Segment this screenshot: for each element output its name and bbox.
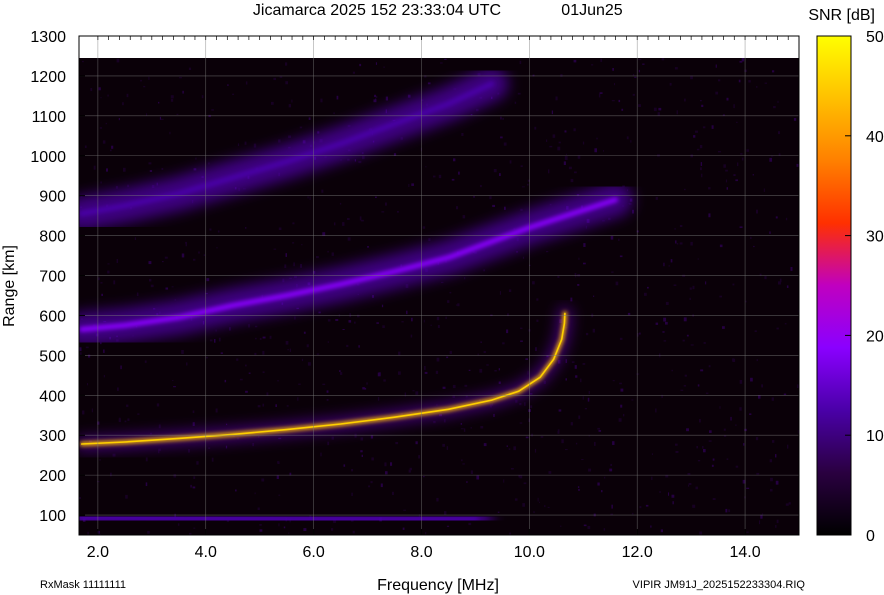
chart-title: Jicamarca 2025 152 23:33:04 UTC xyxy=(253,2,501,19)
colorbar-tick-label: 50 xyxy=(866,29,884,46)
x-axis-label: Frequency [MHz] xyxy=(377,577,499,594)
y-tick-label: 700 xyxy=(39,269,66,286)
y-axis-label: Range [km] xyxy=(1,245,18,327)
x-tick-label: 12.0 xyxy=(622,544,653,561)
y-tick-label: 800 xyxy=(39,229,66,246)
y-tick-label: 1200 xyxy=(30,69,66,86)
ionogram-figure: Jicamarca 2025 152 23:33:04 UTC 01Jun25 … xyxy=(0,0,884,595)
colorbar-tick-label: 40 xyxy=(866,129,884,146)
colorbar-label: SNR [dB] xyxy=(808,7,875,24)
file-name-label: VIPIR JM91J_2025152233304.RIQ xyxy=(633,579,806,591)
y-tick-label: 1100 xyxy=(32,109,67,126)
y-tick-label: 400 xyxy=(39,388,66,405)
y-tick-label: 900 xyxy=(39,189,66,206)
x-tick-label: 14.0 xyxy=(729,544,760,561)
x-tick-label: 6.0 xyxy=(302,544,324,561)
x-tick-label: 8.0 xyxy=(410,544,432,561)
echo-trace-3 xyxy=(79,500,493,535)
y-tick-label: 600 xyxy=(39,308,66,325)
y-tick-label: 200 xyxy=(39,468,66,485)
x-tick-label: 4.0 xyxy=(195,544,217,561)
y-tick-label: 300 xyxy=(39,428,66,445)
y-tick-label: 1300 xyxy=(30,29,66,46)
y-tick-label: 100 xyxy=(39,508,66,525)
y-tick-label: 1000 xyxy=(30,149,66,166)
colorbar-tick-label: 0 xyxy=(866,528,875,545)
chart-date: 01Jun25 xyxy=(561,2,622,19)
colorbar-tick-label: 20 xyxy=(866,328,884,345)
y-axis-ticks: 100 200 300 400 500 600 700 800 900 1000 1100 1200 1… xyxy=(30,29,85,525)
x-tick-label: 10.0 xyxy=(514,544,545,561)
x-tick-label: 2.0 xyxy=(87,544,109,561)
y-tick-label: 500 xyxy=(39,348,66,365)
colorbar-tick-label: 30 xyxy=(866,229,884,246)
colorbar-tick-label: 10 xyxy=(866,428,884,445)
rx-mask-label: RxMask 11111111 xyxy=(40,579,126,591)
ionogram-svg: Jicamarca 2025 152 23:33:04 UTC 01Jun25 … xyxy=(1,2,884,594)
colorbar xyxy=(816,35,852,536)
